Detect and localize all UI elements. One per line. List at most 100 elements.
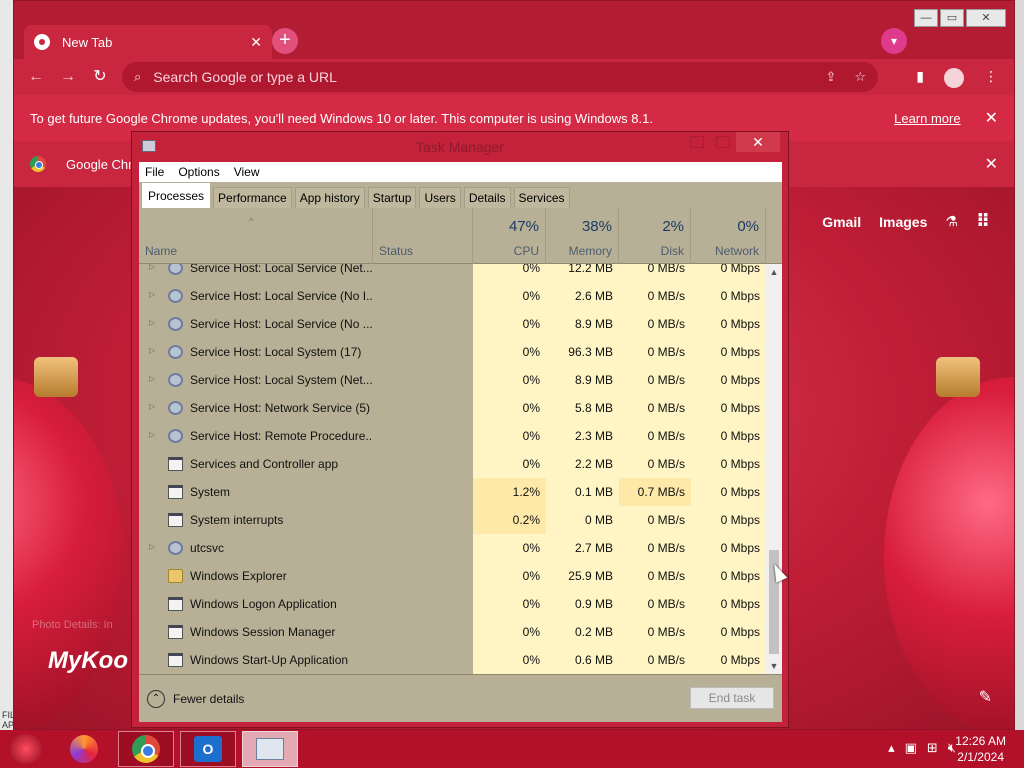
header-memory[interactable]: 38% Memory	[546, 208, 619, 264]
infobar2-close-icon[interactable]: ✕	[985, 154, 998, 174]
expand-arrow-icon[interactable]: ▷	[149, 318, 155, 327]
table-row[interactable]: Windows Start-Up Application 0% 0.6 MB 0 MB…	[139, 646, 766, 674]
ornament-cap-left	[34, 357, 78, 397]
header-network[interactable]: 0% Network	[691, 208, 766, 264]
table-row[interactable]: ▷ Service Host: Local Service (No I... 0% 2…	[139, 282, 766, 310]
start-button[interactable]	[10, 734, 42, 764]
tab-search-chevron-icon[interactable]: ▾	[881, 28, 907, 54]
profile-avatar-icon[interactable]	[944, 68, 964, 88]
tab-close-icon[interactable]: ✕	[250, 34, 262, 51]
cell-disk: 0 MB/s	[619, 506, 691, 534]
chrome-titlebar: New Tab ✕ + ▾ — ▭ ✕	[14, 1, 1014, 59]
menu-view[interactable]: View	[234, 165, 260, 179]
close-window-button[interactable]: ✕	[966, 9, 1006, 27]
table-row[interactable]: ▷ Service Host: Local Service (Net... 0% 12…	[139, 264, 766, 282]
table-row[interactable]: Services and Controller app 0% 2.2 MB 0 MB/…	[139, 450, 766, 478]
menu-options[interactable]: Options	[178, 165, 219, 179]
reload-icon[interactable]: ↻	[88, 65, 112, 89]
minimize-icon[interactable]	[690, 136, 704, 148]
table-row[interactable]: System 1.2% 0.1 MB 0.7 MB/s 0 Mbps	[139, 478, 766, 506]
maximize-button[interactable]: ▭	[940, 9, 964, 27]
header-disk[interactable]: 2% Disk	[619, 208, 691, 264]
expand-arrow-icon[interactable]: ▷	[149, 430, 155, 439]
cell-mem: 25.9 MB	[546, 562, 619, 590]
fewer-details-button[interactable]: ⌃ Fewer details	[147, 690, 244, 708]
expand-arrow-icon[interactable]: ▷	[149, 402, 155, 411]
labs-flask-icon[interactable]: ⚗	[945, 213, 958, 230]
infobar-close-icon[interactable]: ✕	[985, 108, 998, 128]
taskbar-chrome[interactable]	[118, 731, 174, 767]
kebab-menu-icon[interactable]: ⋮	[984, 68, 998, 88]
cell-cpu: 0%	[473, 646, 546, 674]
tray-chevron-up-icon[interactable]: ▴	[888, 740, 895, 756]
header-status[interactable]: Status	[373, 208, 473, 264]
outlook-icon: O	[194, 736, 222, 762]
table-row[interactable]: ▷ Service Host: Local System (Net... 0% 8.9…	[139, 366, 766, 394]
cell-net: 0 Mbps	[691, 338, 766, 366]
minimize-button[interactable]: —	[914, 9, 938, 27]
chrome-toolbar: ← → ↻ ⌕ Search Google or type a URL ⇪ ☆ …	[14, 59, 1014, 95]
tab-new-tab[interactable]: New Tab ✕	[24, 25, 272, 59]
expand-arrow-icon[interactable]: ▷	[149, 542, 155, 551]
scroll-down-arrow-icon[interactable]: ▼	[766, 658, 782, 674]
images-link[interactable]: Images	[879, 214, 927, 230]
header-name[interactable]: ^ Name	[139, 208, 373, 264]
tab-startup[interactable]: Startup	[367, 187, 417, 208]
tab-performance[interactable]: Performance	[213, 187, 292, 208]
table-row[interactable]: ▷ Service Host: Local Service (No ... 0% 8.…	[139, 310, 766, 338]
back-arrow-icon[interactable]: ←	[24, 65, 48, 89]
header-name-label: Name	[145, 244, 178, 258]
taskbar-firefox[interactable]	[56, 731, 112, 767]
action-center-icon[interactable]: ▣	[905, 740, 917, 756]
menu-file[interactable]: File	[145, 165, 164, 179]
new-tab-button[interactable]: +	[272, 28, 298, 54]
bookmark-star-icon[interactable]: ☆	[854, 69, 866, 85]
taskbar-task-manager[interactable]	[242, 731, 298, 767]
apps-grid-icon[interactable]: ⠿	[976, 211, 990, 232]
expand-arrow-icon[interactable]: ▷	[149, 374, 155, 383]
tab-users[interactable]: Users	[419, 187, 461, 208]
table-row[interactable]: System interrupts 0.2% 0 MB 0 MB/s 0 Mbps	[139, 506, 766, 534]
table-row[interactable]: ▷ utcsvc 0% 2.7 MB 0 MB/s 0 Mbps	[139, 534, 766, 562]
tab-processes[interactable]: Processes	[142, 183, 211, 208]
learn-more-link[interactable]: Learn more	[894, 111, 960, 126]
expand-arrow-icon[interactable]: ▷	[149, 264, 155, 271]
cell-mem: 5.8 MB	[546, 394, 619, 422]
cell-mem: 0.1 MB	[546, 478, 619, 506]
service-gear-icon	[168, 345, 183, 359]
tab-details[interactable]: Details	[463, 187, 511, 208]
expand-arrow-icon[interactable]: ▷	[149, 290, 155, 299]
end-task-button[interactable]: End task	[690, 687, 774, 709]
table-row[interactable]: Windows Logon Application 0% 0.9 MB 0 MB/s 0…	[139, 590, 766, 618]
expand-arrow-icon[interactable]: ▷	[149, 346, 155, 355]
omnibox[interactable]: ⌕ Search Google or type a URL ⇪ ☆	[122, 62, 878, 92]
side-panel-icon[interactable]: ▮	[916, 68, 924, 88]
table-row[interactable]: ▷ Service Host: Local System (17) 0% 96.3 M…	[139, 338, 766, 366]
cell-mem: 96.3 MB	[546, 338, 619, 366]
cell-mem: 12.2 MB	[546, 264, 619, 282]
network-icon[interactable]: ⊞	[927, 740, 938, 756]
cell-net: 0 Mbps	[691, 450, 766, 478]
task-manager-close-button[interactable]: ✕	[736, 132, 780, 152]
customize-pencil-icon[interactable]: ✎	[979, 687, 992, 707]
share-icon[interactable]: ⇪	[825, 69, 836, 85]
header-cpu[interactable]: 47% CPU	[473, 208, 546, 264]
table-row[interactable]: ▷ Service Host: Network Service (5) 0% 5.8 …	[139, 394, 766, 422]
cell-disk: 0.7 MB/s	[619, 478, 691, 506]
gmail-link[interactable]: Gmail	[822, 214, 861, 230]
table-row[interactable]: ▷ Service Host: Remote Procedure... 0% 2.3 …	[139, 422, 766, 450]
forward-arrow-icon[interactable]: →	[56, 65, 80, 89]
header-status-label: Status	[379, 244, 414, 258]
cell-cpu: 0%	[473, 562, 546, 590]
tab-services[interactable]: Services	[513, 187, 570, 208]
search-icon: ⌕	[134, 69, 142, 84]
table-row[interactable]: Windows Session Manager 0% 0.2 MB 0 MB/s 0 M…	[139, 618, 766, 646]
table-row[interactable]: Windows Explorer 0% 25.9 MB 0 MB/s 0 Mbps	[139, 562, 766, 590]
maximize-icon[interactable]	[716, 136, 730, 148]
clock[interactable]: 12:26 AM 2/1/2024	[955, 733, 1006, 765]
tab-app-history[interactable]: App history	[294, 187, 365, 208]
scroll-up-arrow-icon[interactable]: ▲	[766, 264, 782, 280]
taskbar-outlook[interactable]: O	[180, 731, 236, 767]
process-name: Service Host: Local Service (No ...	[190, 317, 372, 331]
vertical-scrollbar[interactable]: ▲ ▼	[766, 264, 782, 674]
